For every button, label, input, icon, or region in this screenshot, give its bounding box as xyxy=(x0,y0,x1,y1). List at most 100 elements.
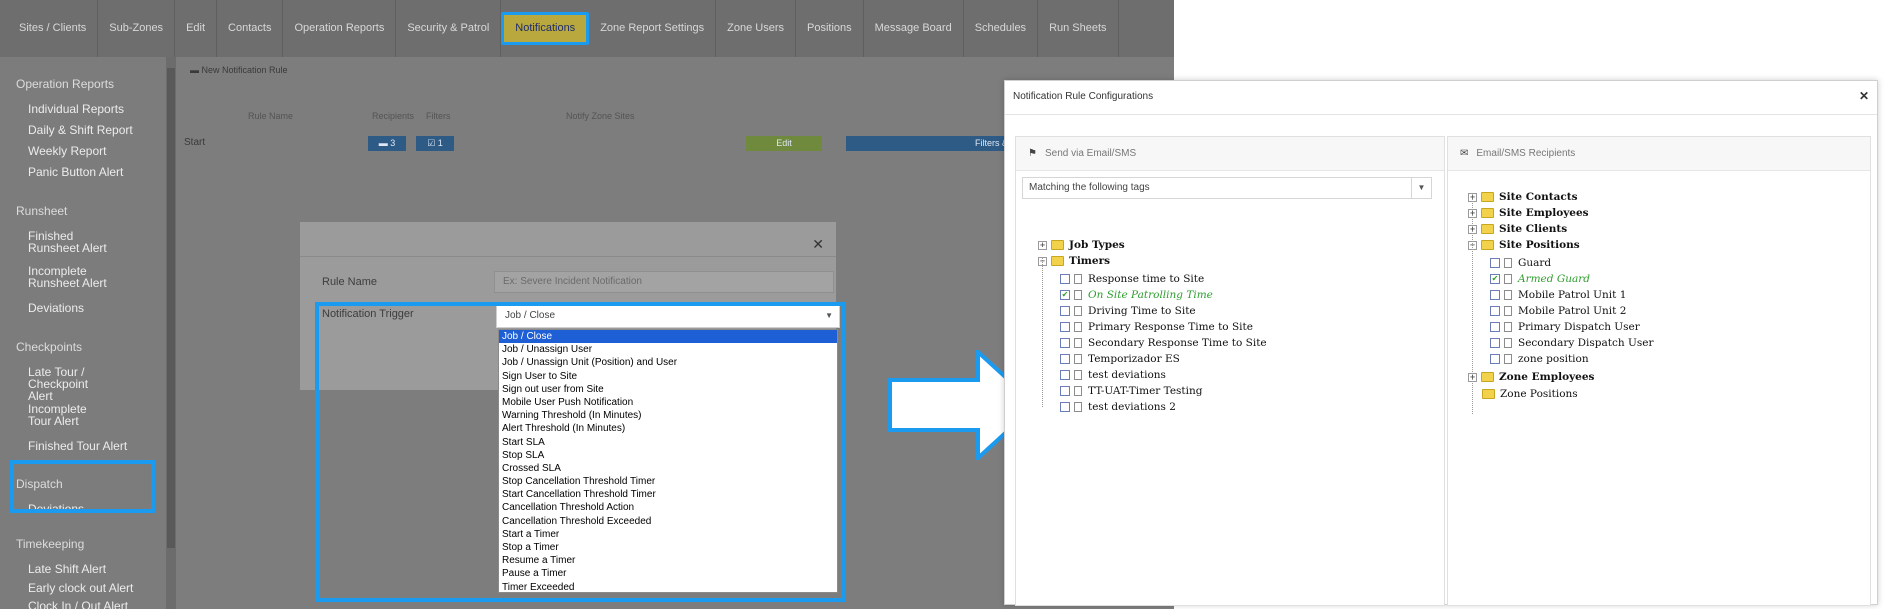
position-node[interactable]: Guard xyxy=(1490,255,1551,271)
zone-positions-label: Zone Positions xyxy=(1500,388,1578,400)
sidebar-item-clock-in-out-alert[interactable]: Clock In / Out Alert xyxy=(0,600,140,609)
timer-node[interactable]: Response time to Site xyxy=(1060,271,1204,287)
document-icon xyxy=(1504,338,1512,348)
tree-node-site-positions[interactable]: − Site Positions xyxy=(1468,237,1580,253)
recipients-badge[interactable]: ▬ 3 xyxy=(368,136,406,151)
sidebar-item-incomplete-runsheet-alert[interactable]: Incomplete Runsheet Alert xyxy=(0,265,110,289)
nav-sites-clients[interactable]: Sites / Clients xyxy=(8,0,99,57)
nav-security-patrol[interactable]: Security & Patrol xyxy=(396,0,502,57)
timer-label: test deviations 2 xyxy=(1088,401,1176,413)
document-icon xyxy=(1074,322,1082,332)
position-node[interactable]: Mobile Patrol Unit 2 xyxy=(1490,303,1626,319)
edit-rule-button[interactable]: Edit xyxy=(746,136,822,151)
timer-node[interactable]: TT-UAT-Timer Testing xyxy=(1060,383,1203,399)
modal-close-icon[interactable]: ✕ xyxy=(812,236,824,253)
sidebar-item-late-tour-checkpoint-alert[interactable]: Late Tour / Checkpoint Alert xyxy=(0,366,110,402)
position-node[interactable]: Mobile Patrol Unit 1 xyxy=(1490,287,1626,303)
checkbox-icon[interactable] xyxy=(1490,258,1500,268)
nav-operation-reports[interactable]: Operation Reports xyxy=(283,0,397,57)
collapse-icon[interactable]: − xyxy=(1468,240,1477,250)
sidebar-item-finished-runsheet-alert[interactable]: Finished Runsheet Alert xyxy=(0,230,110,254)
tree-node-job-types[interactable]: + Job Types xyxy=(1038,237,1125,253)
checkbox-icon[interactable] xyxy=(1060,402,1070,412)
tree-node-site-employees[interactable]: + Site Employees xyxy=(1468,205,1589,221)
timer-node[interactable]: Temporizador ES xyxy=(1060,351,1180,367)
expand-icon[interactable]: + xyxy=(1038,240,1047,250)
checkbox-icon[interactable] xyxy=(1490,338,1500,348)
rule-name-input[interactable]: Ex: Severe Incident Notification xyxy=(494,271,834,293)
nav-zone-users[interactable]: Zone Users xyxy=(716,0,796,57)
nav-sub-zones[interactable]: Sub-Zones xyxy=(98,0,176,57)
checkbox-icon[interactable] xyxy=(1060,370,1070,380)
sidebar-item-weekly-report[interactable]: Weekly Report xyxy=(0,145,140,157)
sidebar-item-individual-reports[interactable]: Individual Reports xyxy=(0,103,140,115)
checkbox-icon[interactable] xyxy=(1060,338,1070,348)
nav-schedules[interactable]: Schedules xyxy=(964,0,1039,57)
new-notification-rule-button[interactable]: ▬ New Notification Rule xyxy=(190,65,288,75)
nav-edit[interactable]: Edit xyxy=(175,0,218,57)
expand-icon[interactable]: + xyxy=(1468,372,1477,382)
nav-run-sheets[interactable]: Run Sheets xyxy=(1038,0,1119,57)
folder-icon xyxy=(1482,389,1495,399)
nav-positions[interactable]: Positions xyxy=(796,0,864,57)
sidebar-item-incomplete-tour-alert[interactable]: Incomplete Tour Alert xyxy=(0,403,110,427)
checkbox-checked-icon[interactable]: ✔ xyxy=(1490,274,1500,284)
nav-zone-report-settings[interactable]: Zone Report Settings xyxy=(589,0,717,57)
flag-icon: ⚑ xyxy=(1028,148,1037,159)
timer-node[interactable]: Primary Response Time to Site xyxy=(1060,319,1253,335)
position-node[interactable]: Secondary Dispatch User xyxy=(1490,335,1653,351)
col-filters: Filters xyxy=(426,111,451,121)
checkbox-icon[interactable] xyxy=(1490,306,1500,316)
checkbox-icon[interactable] xyxy=(1060,322,1070,332)
position-node[interactable]: ✔ Armed Guard xyxy=(1490,271,1590,287)
checkbox-icon[interactable] xyxy=(1490,290,1500,300)
filters-actions-button[interactable]: Filters & xyxy=(846,136,1016,151)
sidebar-item-early-clock-out-alert[interactable]: Early clock out Alert xyxy=(0,582,140,594)
sidebar-item-finished-tour-alert[interactable]: Finished Tour Alert xyxy=(0,440,140,452)
sidebar-item-daily-shift-report[interactable]: Daily & Shift Report xyxy=(0,124,140,136)
tree-node-zone-positions[interactable]: Zone Positions xyxy=(1482,386,1578,402)
tree-node-timers[interactable]: − Timers xyxy=(1038,253,1110,269)
checkbox-icon[interactable] xyxy=(1060,274,1070,284)
timer-node[interactable]: ✔ On Site Patrolling Time xyxy=(1060,287,1213,303)
nav-contacts[interactable]: Contacts xyxy=(217,0,284,57)
dialog-close-icon[interactable]: ✕ xyxy=(1859,89,1869,103)
checkbox-icon[interactable] xyxy=(1490,322,1500,332)
tags-match-select[interactable]: Matching the following tags ▼ xyxy=(1022,177,1432,199)
nav-message-board[interactable]: Message Board xyxy=(864,0,964,57)
document-icon xyxy=(1504,258,1512,268)
checkbox-icon[interactable] xyxy=(1060,386,1070,396)
folder-open-icon xyxy=(1051,256,1064,266)
expand-icon[interactable]: + xyxy=(1468,208,1477,218)
envelope-icon: ▬ xyxy=(190,65,199,75)
sidebar-item-late-shift-alert[interactable]: Late Shift Alert xyxy=(0,563,140,575)
sidebar-item-runsheet-deviations[interactable]: Deviations xyxy=(0,302,140,314)
checkbox-icon[interactable] xyxy=(1060,306,1070,316)
checkbox-checked-icon[interactable]: ✔ xyxy=(1060,290,1070,300)
sidebar-scroll-thumb[interactable] xyxy=(167,68,175,548)
tree-node-site-clients[interactable]: + Site Clients xyxy=(1468,221,1567,237)
checkbox-icon[interactable] xyxy=(1490,354,1500,364)
collapse-icon[interactable]: − xyxy=(1038,256,1047,266)
position-node[interactable]: Primary Dispatch User xyxy=(1490,319,1640,335)
timer-node[interactable]: Driving Time to Site xyxy=(1060,303,1196,319)
nav-notifications[interactable]: Notifications xyxy=(501,12,590,45)
document-icon xyxy=(1074,274,1082,284)
filters-badge[interactable]: ☑ 1 xyxy=(416,136,454,151)
timer-node[interactable]: test deviations 2 xyxy=(1060,399,1176,415)
tree-node-zone-employees[interactable]: + Zone Employees xyxy=(1468,369,1594,385)
rule-row-name: Start xyxy=(184,137,206,148)
position-node[interactable]: zone position xyxy=(1490,351,1589,367)
checkbox-icon[interactable] xyxy=(1060,354,1070,364)
expand-icon[interactable]: + xyxy=(1468,224,1477,234)
timer-node[interactable]: test deviations xyxy=(1060,367,1166,383)
tree-node-site-contacts[interactable]: + Site Contacts xyxy=(1468,189,1578,205)
filters-count: 1 xyxy=(437,138,443,148)
trigger-highlight-box xyxy=(315,302,845,602)
col-rule-name: Rule Name xyxy=(248,111,294,121)
timer-node[interactable]: Secondary Response Time to Site xyxy=(1060,335,1267,351)
expand-icon[interactable]: + xyxy=(1468,192,1477,202)
document-icon xyxy=(1074,386,1082,396)
sidebar-item-panic-button-alert[interactable]: Panic Button Alert xyxy=(0,166,140,178)
top-navigation: Sites / Clients Sub-Zones Edit Contacts … xyxy=(0,0,1174,57)
